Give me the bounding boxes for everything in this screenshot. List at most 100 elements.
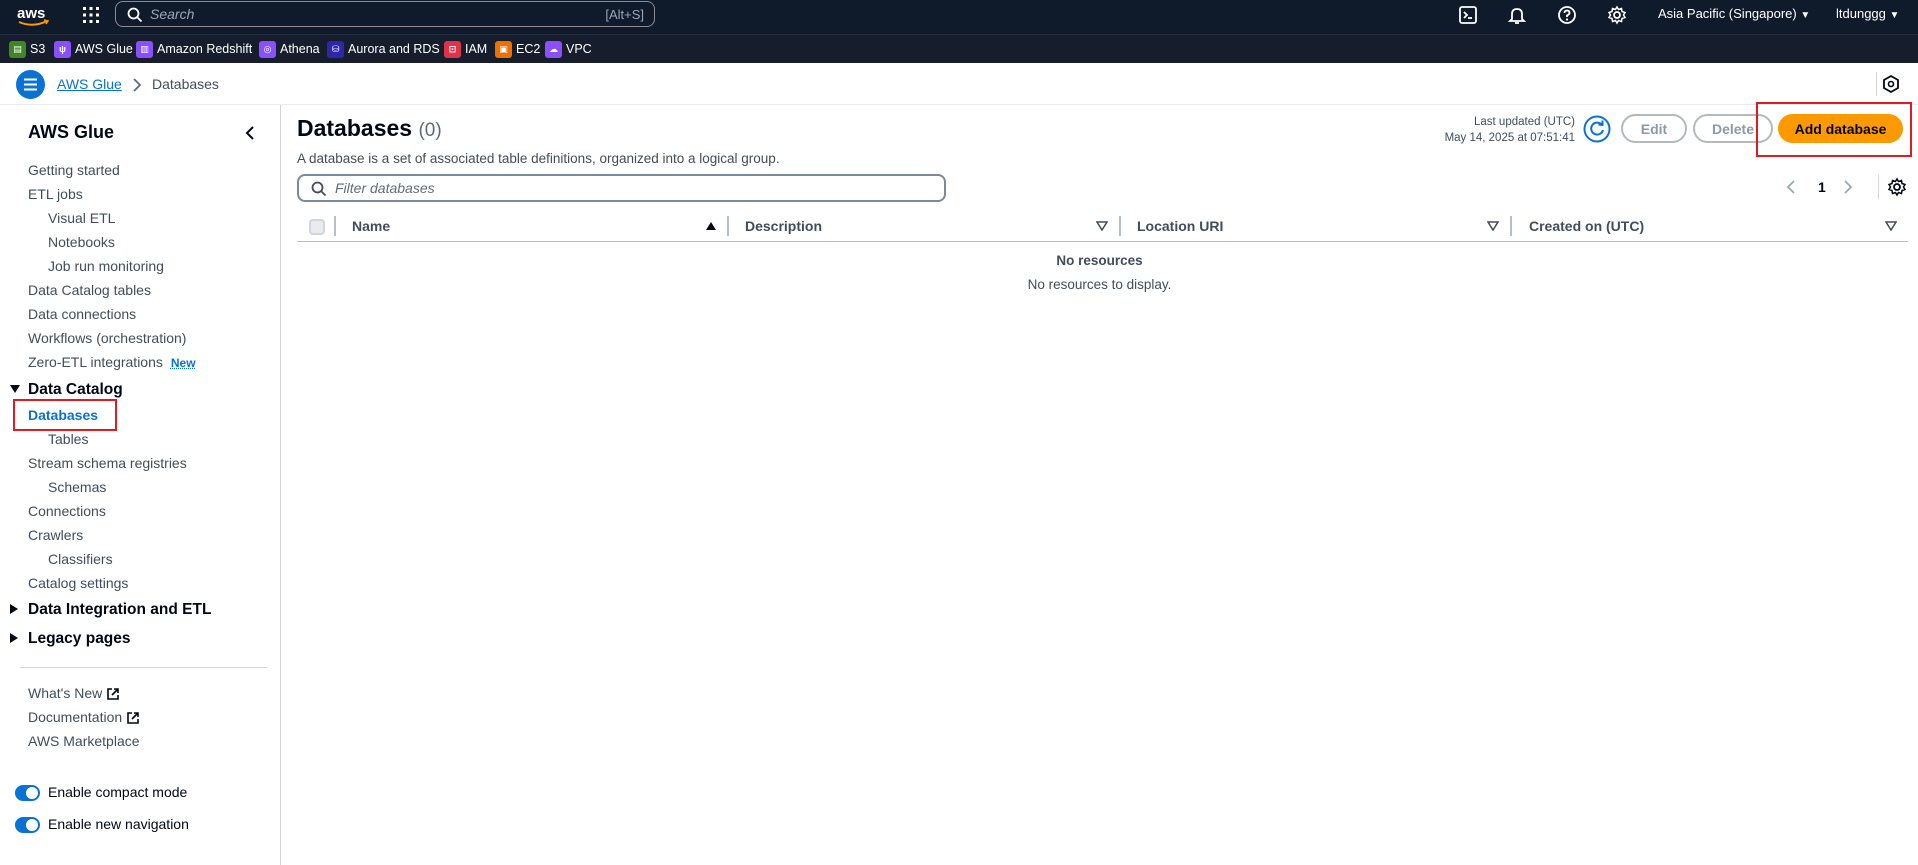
compact-mode-toggle[interactable] [15,785,40,801]
nav-documentation[interactable]: Documentation [28,709,140,725]
favorite-athena[interactable]: ◎ Athena [259,39,320,59]
nav-job-run-monitoring[interactable]: Job run monitoring [48,258,164,274]
search-shortcut: [Alt+S] [605,6,644,22]
favorite-label: VPC [566,42,592,56]
resource-count: (0) [418,120,442,141]
chevron-left-icon[interactable] [1785,179,1797,195]
empty-state-message: No resources to display. [1027,277,1172,292]
favorite-ec2[interactable]: ▣ EC2 [495,39,540,59]
favorite-s3[interactable]: ▤ S3 [9,39,45,59]
nav-zero-etl[interactable]: Zero-ETL integrations New [28,354,196,370]
divider [20,667,267,668]
last-updated-value: May 14, 2025 at 07:51:41 [1444,132,1575,144]
favorite-aurora-rds[interactable]: ⛁ Aurora and RDS [327,39,440,59]
region-label: Asia Pacific (Singapore) [1658,6,1797,21]
breadcrumb-aws-glue[interactable]: AWS Glue [57,76,122,92]
section-data-catalog[interactable]: Data Catalog [28,381,123,399]
column-divider [1119,216,1121,236]
divider [1876,72,1877,96]
nav-whats-new[interactable]: What's New [28,685,120,701]
annotation-highlight-box [1756,102,1912,157]
nav-workflows[interactable]: Workflows (orchestration) [28,330,186,346]
column-location-uri[interactable]: Location URI [1137,218,1223,234]
account-menu[interactable]: ltdunggg ▼ [1836,6,1899,21]
nav-connections[interactable]: Connections [28,503,106,519]
collapse-triangle-icon[interactable] [10,633,18,643]
sort-icon[interactable] [1096,221,1108,231]
new-navigation-label: Enable new navigation [48,816,189,832]
search-icon [311,181,327,197]
search-icon [127,7,143,23]
region-selector[interactable]: Asia Pacific (Singapore) ▼ [1658,6,1810,21]
nav-classifiers[interactable]: Classifiers [48,551,113,567]
preferences-gear-icon[interactable] [1886,176,1908,198]
rds-icon: ⛁ [327,40,344,58]
expand-triangle-icon[interactable] [10,385,20,393]
main-content: Databases (0) A database is a set of ass… [281,102,1918,865]
section-data-integration[interactable]: Data Integration and ETL [28,601,211,619]
bell-icon[interactable] [1506,4,1528,26]
select-all-checkbox[interactable] [309,219,325,235]
new-navigation-toggle[interactable] [15,817,40,833]
compact-mode-label: Enable compact mode [48,784,188,800]
hamburger-icon [24,78,37,91]
section-legacy-pages[interactable]: Legacy pages [28,630,131,648]
annotation-highlight-box [13,399,117,431]
nav-tables[interactable]: Tables [48,431,88,447]
menu-toggle-button[interactable] [16,70,45,99]
side-navigation: AWS Glue Getting started ETL jobs Visual… [0,105,281,865]
refresh-icon[interactable] [1583,115,1611,143]
nav-getting-started[interactable]: Getting started [28,162,120,178]
favorite-label: Athena [280,42,320,56]
vpc-icon: ☁ [545,40,562,58]
nav-visual-etl[interactable]: Visual ETL [48,210,115,226]
external-link-icon [107,688,120,701]
sidebar-title[interactable]: AWS Glue [28,122,114,143]
favorite-aws-glue[interactable]: ψ AWS Glue [54,39,133,59]
breadcrumb-bar: AWS Glue Databases [0,63,1918,105]
column-created-on[interactable]: Created on (UTC) [1529,218,1644,234]
help-panel-icon[interactable] [1880,73,1902,95]
column-name[interactable]: Name [352,218,390,234]
nav-data-connections[interactable]: Data connections [28,306,136,322]
nav-data-catalog-tables[interactable]: Data Catalog tables [28,282,151,298]
column-description[interactable]: Description [745,218,822,234]
page-title: Databases (0) [297,115,442,142]
search-input[interactable]: Search [Alt+S] [115,1,655,27]
column-divider [727,216,729,236]
chevron-left-icon[interactable] [240,123,260,143]
nav-stream-schema-registries[interactable]: Stream schema registries [28,455,187,471]
page-number[interactable]: 1 [1818,179,1826,195]
divider [1878,175,1879,199]
favorite-label: Aurora and RDS [348,42,440,56]
column-divider [1510,216,1512,236]
favorite-vpc[interactable]: ☁ VPC [545,39,592,59]
nav-crawlers[interactable]: Crawlers [28,527,83,543]
aws-logo[interactable]: aws [16,3,50,29]
last-updated-label: Last updated (UTC) [1474,116,1575,128]
filter-databases-input[interactable]: Filter databases [297,174,946,202]
chevron-right-icon[interactable] [1842,179,1854,195]
nav-schemas[interactable]: Schemas [48,479,106,495]
nav-notebooks[interactable]: Notebooks [48,234,115,250]
sort-icon[interactable] [1487,221,1499,231]
favorite-label: EC2 [516,42,541,56]
settings-gear-icon[interactable] [1606,4,1628,26]
favorites-bar: ▤ S3 ψ AWS Glue ▥ Amazon Redshift ◎ Athena ⛁… [0,34,1918,63]
favorite-iam[interactable]: ⊡ IAM [444,39,487,59]
filter-placeholder: Filter databases [335,180,435,196]
favorite-label: IAM [465,42,488,56]
nav-aws-marketplace[interactable]: AWS Marketplace [28,733,140,749]
caret-down-icon: ▼ [1889,10,1900,21]
sort-icon[interactable] [1885,221,1897,231]
cloudshell-icon[interactable] [1457,4,1479,26]
new-badge: New [170,356,196,370]
sort-ascending-icon[interactable] [705,221,717,231]
nav-catalog-settings[interactable]: Catalog settings [28,575,128,591]
edit-button[interactable]: Edit [1621,114,1687,143]
nav-etl-jobs[interactable]: ETL jobs [28,186,83,202]
favorite-amazon-redshift[interactable]: ▥ Amazon Redshift [136,39,252,59]
apps-grid-icon[interactable] [80,4,102,26]
help-icon[interactable] [1556,4,1578,26]
collapse-triangle-icon[interactable] [10,604,18,614]
